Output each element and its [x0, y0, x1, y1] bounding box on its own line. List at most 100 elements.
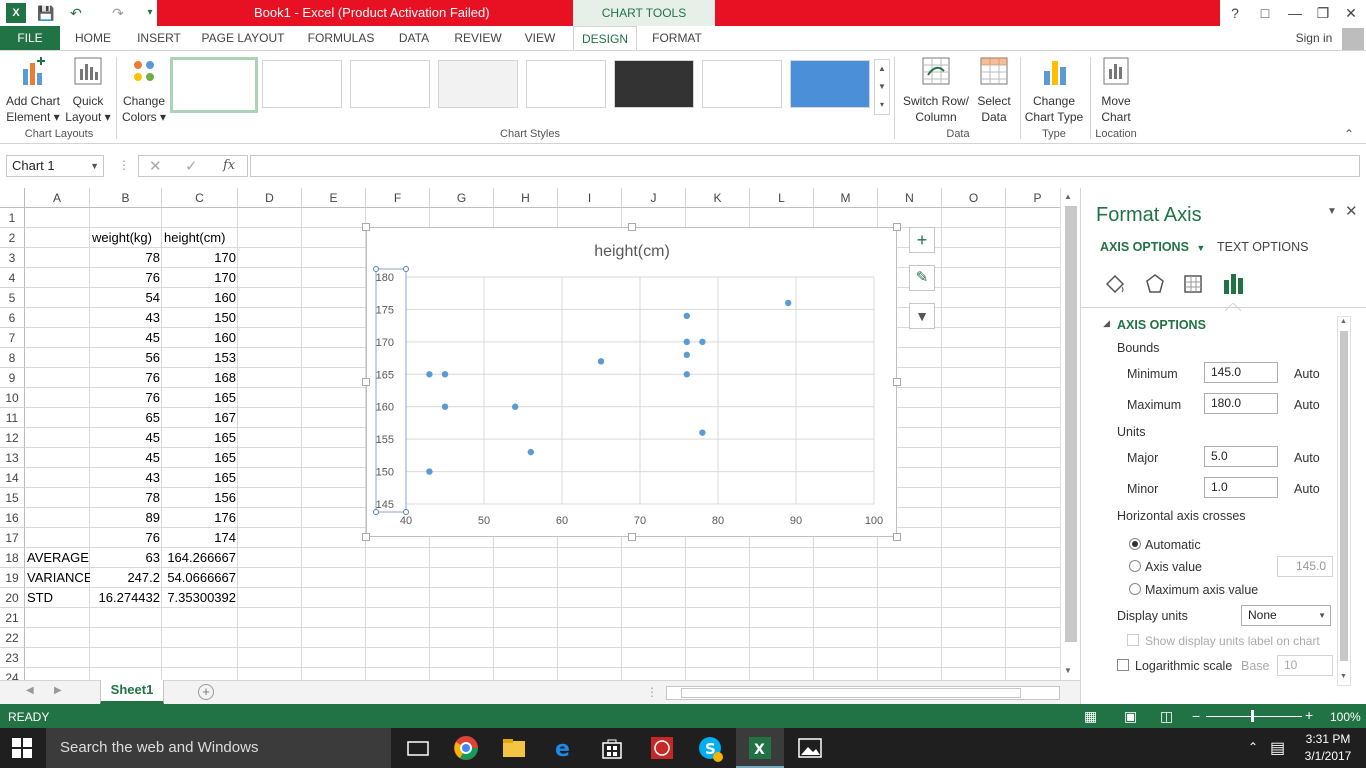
pane-options-chevron-icon[interactable]: ▼ [1327, 206, 1337, 217]
zoom-level[interactable]: 100% [1330, 710, 1361, 724]
cell-stat-height[interactable]: 7.35300392 [162, 588, 238, 608]
row-header[interactable]: 23 [0, 648, 25, 668]
cell-stat-weight[interactable]: 16.274432 [90, 588, 162, 608]
chart-style-4[interactable] [438, 60, 518, 108]
scatter-point[interactable] [683, 351, 690, 359]
column-header[interactable]: H [494, 188, 558, 208]
next-sheet-icon[interactable]: ▶ [54, 685, 62, 696]
scatter-point[interactable] [699, 338, 706, 346]
row-header[interactable]: 5 [0, 288, 25, 308]
help-button[interactable]: ? [1220, 0, 1250, 26]
new-sheet-icon[interactable]: + [198, 684, 214, 700]
avatar[interactable] [1342, 28, 1364, 50]
scroll-up-icon[interactable]: ▲ [1064, 192, 1072, 201]
axis-selection-handle[interactable] [403, 266, 409, 272]
column-header[interactable]: O [942, 188, 1006, 208]
cell-weight[interactable]: 78 [90, 488, 162, 508]
cell-stat-weight[interactable]: 63 [90, 548, 162, 568]
cell-stat-label[interactable]: VARIANCE [25, 568, 90, 588]
redo-icon[interactable]: ↷ [108, 3, 128, 23]
close-button[interactable]: ✕ [1336, 0, 1366, 26]
axis-tick-labels[interactable]: 145 150 155 160 165 170 175 180 40 50 60 70 80 90 100 [376, 272, 884, 527]
windows-start-icon[interactable] [12, 738, 32, 761]
cell-height[interactable]: 165 [162, 428, 238, 448]
tab-text-options[interactable]: TEXT OPTIONS [1217, 240, 1308, 254]
row-header[interactable]: 13 [0, 448, 25, 468]
chart-resize-handle[interactable] [893, 223, 901, 231]
tab-formulas[interactable]: FORMULAS [300, 26, 382, 50]
pane-scroll-thumb[interactable] [1340, 331, 1348, 661]
cell-weight[interactable]: 45 [90, 328, 162, 348]
cell-stat-height[interactable]: 164.266667 [162, 548, 238, 568]
tab-design[interactable]: DESIGN [573, 26, 637, 50]
cell-height[interactable]: 170 [162, 268, 238, 288]
chart-style-3[interactable] [350, 60, 430, 108]
row-header[interactable]: 14 [0, 468, 25, 488]
radio-automatic[interactable] [1129, 538, 1141, 550]
cell-height[interactable]: 160 [162, 288, 238, 308]
axis-options-bar-icon[interactable] [1221, 272, 1245, 299]
zoom-slider-thumb[interactable] [1251, 710, 1254, 722]
cell-weight[interactable]: 45 [90, 428, 162, 448]
column-header[interactable]: L [750, 188, 814, 208]
chart-resize-handle[interactable] [362, 533, 370, 541]
cell-height[interactable]: 150 [162, 308, 238, 328]
cell-weight[interactable]: 78 [90, 248, 162, 268]
select-data-button[interactable]: Select Data [972, 55, 1016, 125]
edge-icon[interactable]: e [550, 734, 578, 762]
cell-weight[interactable]: 65 [90, 408, 162, 428]
column-header[interactable]: C [162, 188, 238, 208]
zoom-out-icon[interactable]: − [1192, 708, 1200, 724]
row-header[interactable]: 21 [0, 608, 25, 628]
name-box[interactable]: Chart 1 ▼ [6, 155, 104, 177]
chart-elements-button[interactable]: + [909, 227, 935, 253]
excel-taskbar-item[interactable]: X [736, 728, 784, 768]
chart-resize-handle[interactable] [362, 378, 370, 386]
column-header[interactable]: A [25, 188, 90, 208]
maximum-auto-button[interactable]: Auto [1294, 398, 1320, 412]
radio-maximum-axis-value[interactable] [1129, 583, 1141, 595]
row-header[interactable]: 2 [0, 228, 25, 248]
chart-style-7[interactable] [702, 60, 782, 108]
chevron-down-icon[interactable]: ▼ [90, 156, 99, 176]
pane-close-icon[interactable]: ✕ [1345, 202, 1358, 220]
cell-header-weight[interactable]: weight(kg) [90, 228, 162, 248]
row-header[interactable]: 15 [0, 488, 25, 508]
app-icon[interactable] [648, 734, 676, 762]
photos-icon[interactable] [796, 734, 824, 762]
logarithmic-scale-label[interactable]: Logarithmic scale [1135, 659, 1232, 673]
row-header[interactable]: 6 [0, 308, 25, 328]
file-explorer-icon[interactable] [500, 734, 528, 762]
skype-icon[interactable]: S [696, 734, 724, 762]
scatter-point[interactable] [441, 403, 449, 410]
row-header[interactable]: 22 [0, 628, 25, 648]
cell-height[interactable]: 165 [162, 468, 238, 488]
cell-weight[interactable]: 56 [90, 348, 162, 368]
row-header[interactable]: 1 [0, 208, 25, 228]
row-header[interactable]: 12 [0, 428, 25, 448]
scroll-up-icon[interactable]: ▲ [1340, 318, 1347, 325]
row-header[interactable]: 9 [0, 368, 25, 388]
chart-resize-handle[interactable] [362, 223, 370, 231]
tab-file[interactable]: FILE [0, 26, 60, 50]
minimum-auto-button[interactable]: Auto [1294, 367, 1320, 381]
scatter-point[interactable] [426, 468, 433, 475]
normal-view-icon[interactable]: ▦ [1084, 708, 1097, 725]
display-units-select[interactable]: None ▼ [1241, 605, 1331, 626]
cell-weight[interactable]: 76 [90, 268, 162, 288]
zoom-in-icon[interactable]: + [1305, 707, 1313, 723]
chrome-icon[interactable] [452, 734, 480, 762]
vertical-scrollbar[interactable]: ▲ ▼ [1060, 188, 1080, 680]
tab-review[interactable]: REVIEW [448, 26, 508, 50]
cell-stat-label[interactable]: AVERAGE [25, 548, 90, 568]
major-unit-input[interactable]: 5.0 [1204, 446, 1278, 467]
tab-data[interactable]: DATA [390, 26, 438, 50]
show-units-label-checkbox[interactable] [1127, 634, 1139, 646]
switch-row-column-button[interactable]: Switch Row/ Column [900, 55, 972, 125]
row-header[interactable]: 16 [0, 508, 25, 528]
cell-height[interactable]: 176 [162, 508, 238, 528]
column-header[interactable]: I [558, 188, 622, 208]
select-all-corner[interactable] [0, 188, 25, 208]
major-auto-button[interactable]: Auto [1294, 451, 1320, 465]
minor-unit-input[interactable]: 1.0 [1204, 477, 1278, 498]
